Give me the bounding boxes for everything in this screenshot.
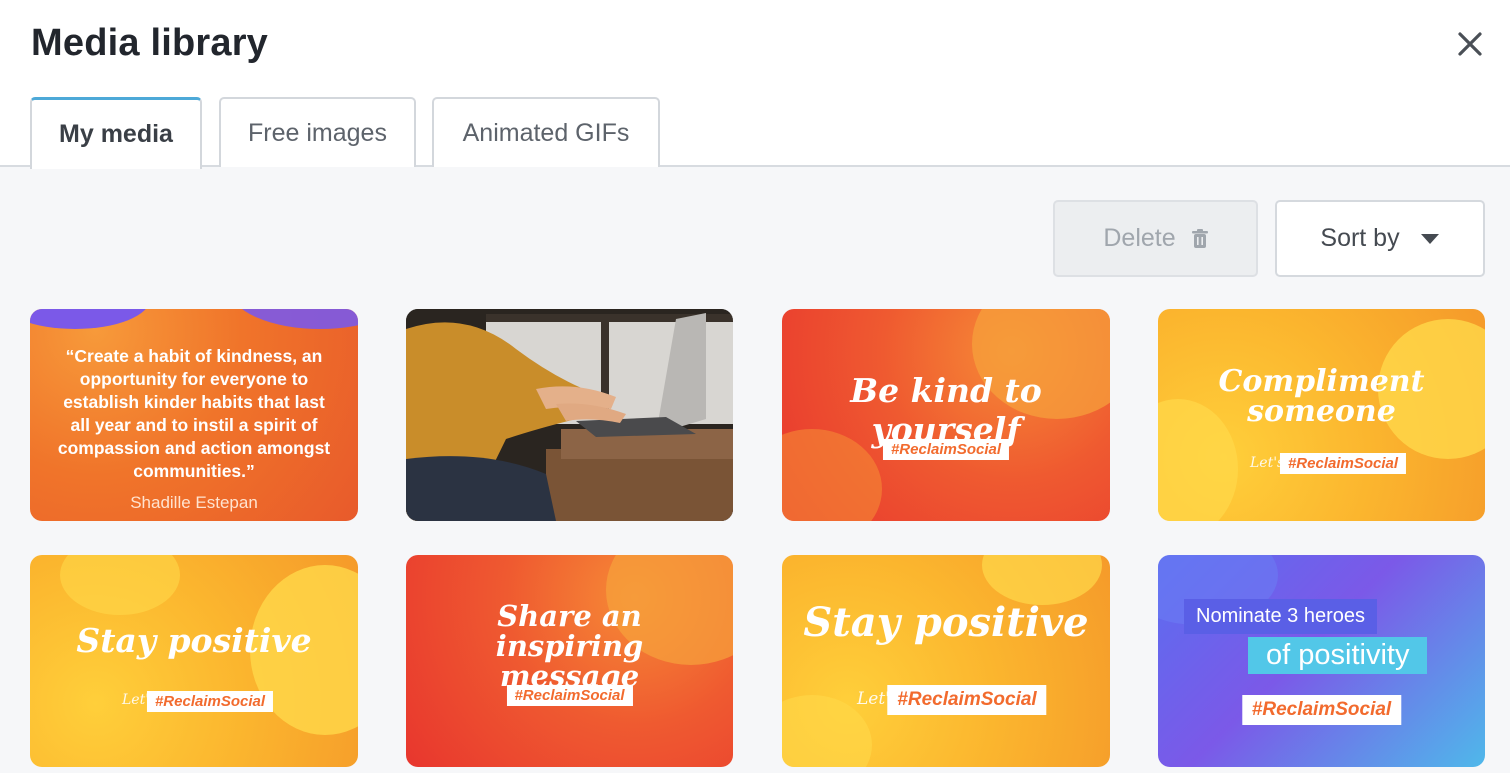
graphic-text: of positivity: [1248, 637, 1428, 674]
sort-by-dropdown[interactable]: Sort by: [1275, 200, 1485, 277]
hashtag-label: #ReclaimSocial: [506, 685, 633, 706]
tab-bar: My media Free images Animated GIFs: [0, 97, 1510, 169]
graphic-text: Stay positive: [76, 621, 312, 660]
quote-author: Shadille Estepan: [130, 493, 258, 512]
trash-icon: [1191, 228, 1208, 248]
decor-blob: [60, 555, 180, 615]
close-button[interactable]: [1450, 24, 1490, 64]
media-item[interactable]: “Create a habit of kindness, an opportun…: [30, 309, 358, 521]
decor-blob: [30, 309, 150, 329]
media-item[interactable]: Compliment someone Let's #ReclaimSocial: [1158, 309, 1485, 521]
media-item[interactable]: Stay positive Let's #ReclaimSocial: [782, 555, 1110, 767]
graphic-text: Share an inspiring message: [495, 599, 644, 693]
media-item[interactable]: Share an inspiring message #ReclaimSocia…: [406, 555, 733, 767]
quote-text: “Create a habit of kindness, an opportun…: [57, 346, 331, 481]
page-title: Media library: [31, 22, 269, 64]
decor-blob: [230, 309, 358, 329]
sort-by-label: Sort by: [1320, 224, 1400, 252]
dialog-header: Media library: [0, 0, 1510, 98]
media-item[interactable]: Nominate 3 heroes of positivity #Reclaim…: [1158, 555, 1485, 767]
hashtag-label: #ReclaimSocial: [1279, 453, 1407, 474]
media-item[interactable]: Stay positive Let's #ReclaimSocial: [30, 555, 358, 767]
tab-free-images[interactable]: Free images: [219, 97, 416, 167]
close-icon: [1458, 32, 1482, 56]
media-item[interactable]: Be kind to yourself #ReclaimSocial: [782, 309, 1110, 521]
hashtag-label: #ReclaimSocial: [146, 691, 274, 712]
media-item-photo[interactable]: [406, 309, 733, 521]
media-content: Delete Sort by “Create a habit of kindne…: [0, 167, 1510, 773]
hashtag-label: #ReclaimSocial: [882, 439, 1010, 460]
graphic-text: Compliment someone: [1218, 364, 1425, 429]
graphic-text: Stay positive: [803, 599, 1089, 646]
graphic-text: Be kind to yourself: [850, 371, 1042, 449]
hashtag-label: #ReclaimSocial: [887, 685, 1047, 715]
laptop-photo-image: [406, 309, 733, 521]
decor-blob: [982, 555, 1102, 605]
delete-button[interactable]: Delete: [1053, 200, 1258, 277]
delete-label: Delete: [1103, 224, 1176, 252]
caret-down-icon: [1420, 233, 1439, 244]
hashtag-label: #ReclaimSocial: [1241, 695, 1402, 725]
tab-my-media[interactable]: My media: [30, 97, 202, 169]
tab-animated-gifs[interactable]: Animated GIFs: [432, 97, 660, 167]
graphic-text: Nominate 3 heroes: [1184, 599, 1377, 634]
